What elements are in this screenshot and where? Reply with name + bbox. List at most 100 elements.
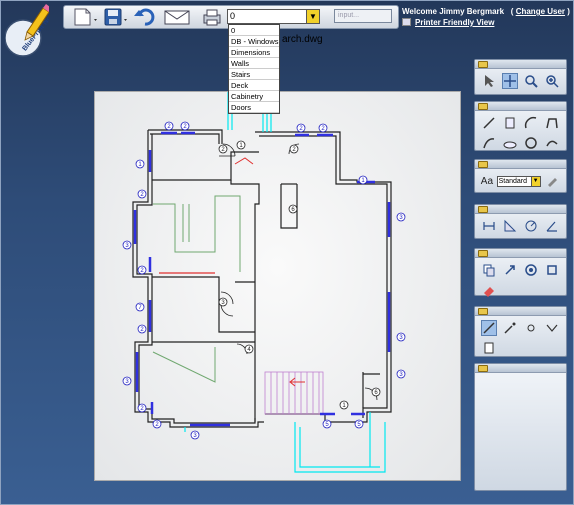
ellipse-tool[interactable] bbox=[502, 135, 518, 151]
move-objects-icon bbox=[505, 265, 515, 275]
print-icon bbox=[203, 9, 221, 26]
fillet-icon bbox=[546, 324, 558, 332]
text-edit-tool[interactable] bbox=[544, 173, 560, 189]
panel-draw bbox=[474, 101, 567, 151]
move-tool[interactable] bbox=[502, 262, 518, 278]
file-name: arch.dwg bbox=[282, 34, 323, 45]
panel-text-header-icon bbox=[478, 161, 488, 168]
chevron-down-icon[interactable]: ▼ bbox=[306, 10, 319, 23]
pan-tool[interactable] bbox=[502, 73, 519, 89]
magnifier-icon bbox=[525, 75, 538, 88]
text-tool[interactable]: Aa bbox=[481, 176, 493, 187]
properties-tool[interactable] bbox=[481, 340, 497, 356]
panel-edit-header-icon bbox=[478, 308, 488, 315]
welcome-area: Welcome Jimmy Bergmark ( Change User ) bbox=[402, 7, 570, 16]
rectangle-tool[interactable] bbox=[502, 115, 518, 131]
ellipse-icon bbox=[503, 141, 517, 149]
scale-tool[interactable] bbox=[544, 262, 560, 278]
panel-text: Aa Standard ▼ bbox=[474, 159, 567, 193]
layer-option[interactable]: Doors bbox=[229, 102, 279, 113]
panel-view-header-icon bbox=[478, 61, 488, 68]
copy-icon bbox=[483, 264, 495, 277]
rotate-icon bbox=[525, 264, 537, 276]
line-tool[interactable] bbox=[481, 115, 497, 131]
layer-option[interactable]: 0 bbox=[229, 25, 279, 36]
layer-option[interactable]: DB - Windows bbox=[229, 36, 279, 47]
zoom-tool[interactable] bbox=[523, 73, 539, 89]
email-icon bbox=[164, 10, 190, 25]
select-tool[interactable] bbox=[481, 73, 497, 89]
zoom-in-tool[interactable] bbox=[544, 73, 560, 89]
undo-button[interactable] bbox=[132, 7, 158, 27]
polyline-tool[interactable] bbox=[544, 115, 560, 131]
change-user-link[interactable]: Change User bbox=[516, 7, 565, 16]
properties-icon bbox=[484, 342, 494, 354]
move-icon bbox=[504, 75, 517, 87]
angle-dimension-tool[interactable] bbox=[544, 218, 560, 234]
aligned-dimension-tool[interactable] bbox=[502, 218, 518, 234]
panel-info-header-icon bbox=[478, 365, 488, 372]
arc-tool[interactable] bbox=[523, 115, 539, 131]
drawing-canvas[interactable]: 2222123272322355333112263461 bbox=[94, 91, 461, 481]
circle-icon bbox=[525, 137, 537, 149]
save-button[interactable] bbox=[102, 7, 130, 27]
line-icon bbox=[483, 117, 495, 129]
linear-dimension-icon bbox=[483, 222, 495, 230]
panel-modify-header-icon bbox=[478, 250, 488, 257]
radius-dimension-icon bbox=[525, 220, 537, 232]
radius-dimension-tool[interactable] bbox=[523, 218, 539, 234]
text-style-select[interactable]: Standard ▼ bbox=[496, 175, 541, 187]
panel-info bbox=[474, 363, 567, 491]
panel-dimension bbox=[474, 204, 567, 239]
erase-tool[interactable] bbox=[481, 282, 497, 298]
panel-modify bbox=[474, 248, 567, 298]
snap-icon bbox=[527, 324, 535, 332]
email-button[interactable] bbox=[162, 7, 192, 27]
freehand-tool[interactable] bbox=[544, 135, 560, 151]
layer-dropdown[interactable]: 0 DB - Windows Dimensions Walls Stairs Deck Ca… bbox=[228, 24, 280, 114]
fillet-tool[interactable] bbox=[544, 320, 560, 336]
floor-plan[interactable]: 2 2 2 212327232235 5333112 263461 bbox=[95, 92, 462, 482]
welcome-text: Welcome Jimmy Bergmark bbox=[402, 7, 505, 16]
pencil-icon bbox=[548, 178, 558, 187]
printer-friendly-label: Printer Friendly View bbox=[415, 18, 495, 27]
command-input[interactable]: input... bbox=[334, 9, 392, 23]
print-button[interactable] bbox=[200, 7, 224, 27]
rotate-tool[interactable] bbox=[523, 262, 539, 278]
linear-dimension-tool[interactable] bbox=[481, 218, 497, 234]
new-file-icon bbox=[74, 8, 97, 26]
zoom-in-icon bbox=[545, 75, 559, 88]
panel-view bbox=[474, 59, 567, 95]
scale-icon bbox=[546, 265, 557, 275]
curve-tool[interactable] bbox=[481, 135, 497, 151]
circle-tool[interactable] bbox=[523, 135, 539, 151]
panel-dimension-header-icon bbox=[478, 206, 488, 213]
layer-select[interactable]: 0 ▼ bbox=[227, 9, 320, 24]
trim-tool[interactable] bbox=[481, 320, 498, 336]
printer-friendly-link[interactable]: Printer Friendly View bbox=[402, 18, 494, 27]
save-icon bbox=[104, 8, 127, 26]
aligned-dimension-icon bbox=[504, 219, 517, 232]
panel-edit bbox=[474, 306, 567, 357]
snap-tool[interactable] bbox=[523, 320, 539, 336]
curve-icon bbox=[483, 138, 495, 149]
angle-dimension-icon bbox=[546, 221, 557, 232]
trim-icon bbox=[483, 322, 495, 334]
freehand-icon bbox=[545, 140, 558, 147]
arc-icon bbox=[524, 116, 537, 129]
layer-option[interactable]: Walls bbox=[229, 58, 279, 69]
cursor-icon bbox=[485, 75, 495, 87]
copy-tool[interactable] bbox=[481, 262, 497, 278]
layer-option[interactable]: Deck bbox=[229, 80, 279, 91]
new-file-button[interactable] bbox=[70, 7, 100, 27]
layer-option[interactable]: Dimensions bbox=[229, 47, 279, 58]
app-logo: BluePrint Now bbox=[4, 4, 57, 64]
extend-tool[interactable] bbox=[502, 320, 518, 336]
rectangle-icon bbox=[505, 117, 515, 129]
polyline-icon bbox=[545, 118, 558, 129]
extend-icon bbox=[504, 322, 516, 334]
command-input-placeholder: input... bbox=[338, 12, 360, 19]
chevron-down-icon[interactable]: ▼ bbox=[530, 176, 540, 186]
layer-option[interactable]: Stairs bbox=[229, 69, 279, 80]
layer-option[interactable]: Cabinetry bbox=[229, 91, 279, 102]
